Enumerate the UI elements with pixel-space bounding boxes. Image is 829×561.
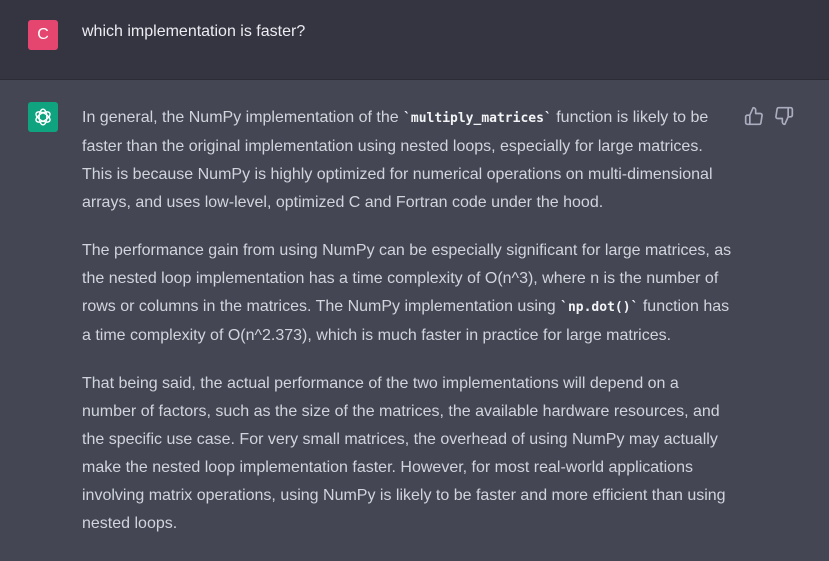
openai-logo-icon	[28, 102, 58, 132]
inline-code-multiply-matrices: `multiply_matrices`	[403, 111, 552, 126]
user-message-text: which implementation is faster?	[82, 23, 306, 40]
feedback-buttons	[744, 106, 794, 126]
thumbs-up-icon[interactable]	[744, 106, 764, 126]
user-message-row: C which implementation is faster?	[0, 0, 829, 80]
user-avatar: C	[28, 20, 58, 50]
inline-code-np-dot: `np.dot()`	[560, 300, 639, 315]
answer-paragraph-1: In general, the NumPy implementation of …	[82, 104, 737, 217]
thumbs-down-icon[interactable]	[774, 106, 794, 126]
assistant-message-row: In general, the NumPy implementation of …	[0, 80, 829, 561]
p1-text-a: In general, the NumPy implementation of …	[82, 109, 404, 126]
answer-paragraph-2: The performance gain from using NumPy ca…	[82, 237, 737, 350]
assistant-message-text: In general, the NumPy implementation of …	[82, 104, 737, 558]
answer-paragraph-3: That being said, the actual performance …	[82, 375, 726, 532]
